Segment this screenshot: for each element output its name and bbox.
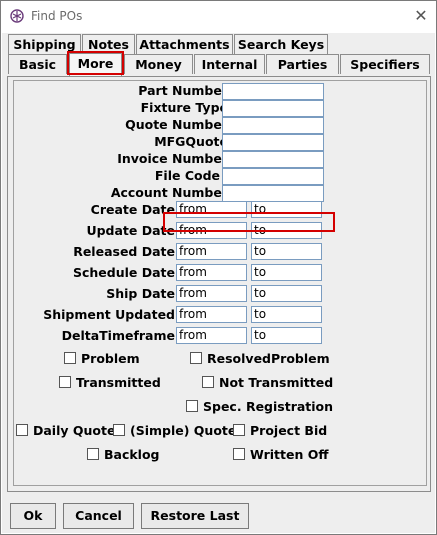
more-tab-highlight bbox=[67, 51, 124, 75]
file-code-label: File Code bbox=[154, 168, 220, 183]
written-off-checkbox[interactable]: Written Off bbox=[233, 447, 328, 462]
checkbox-box[interactable] bbox=[16, 424, 28, 436]
checkbox-box[interactable] bbox=[233, 448, 245, 460]
checkbox-box[interactable] bbox=[186, 400, 198, 412]
released-date-to-input[interactable]: to bbox=[251, 243, 322, 260]
title-bar: Find POs ✕ bbox=[1, 1, 436, 33]
invoice-number-label: Invoice Number bbox=[117, 151, 228, 166]
file-code-highlight bbox=[163, 212, 335, 232]
checkbox-box[interactable] bbox=[202, 376, 214, 388]
update-date-label: Update Date bbox=[86, 223, 175, 238]
shipment-updated-to-input[interactable]: to bbox=[251, 306, 322, 323]
account-number-input[interactable] bbox=[222, 185, 324, 202]
schedule-date-from-input[interactable]: from bbox=[176, 264, 247, 281]
checkbox-box[interactable] bbox=[64, 352, 76, 364]
quote-number-input[interactable] bbox=[222, 117, 324, 134]
ok-button[interactable]: Ok bbox=[10, 503, 56, 529]
part-number-input[interactable] bbox=[222, 83, 324, 100]
released-date-from-input[interactable]: from bbox=[176, 243, 247, 260]
mfgquote-label: MFGQuote bbox=[154, 134, 228, 149]
tab-internal[interactable]: Internal bbox=[194, 54, 265, 74]
cancel-button[interactable]: Cancel bbox=[63, 503, 134, 529]
not-transmitted-checkbox[interactable]: Not Transmitted bbox=[202, 375, 333, 390]
find-pos-dialog: Find POs ✕ Shipping Notes Attachments Se… bbox=[0, 0, 437, 535]
quote-number-label: Quote Number bbox=[125, 117, 228, 132]
resolved-problem-checkbox[interactable]: ResolvedProblem bbox=[190, 351, 330, 366]
fixture-type-input[interactable] bbox=[222, 100, 324, 117]
more-tab-panel: Part Number Fixture Type Quote Number MF… bbox=[7, 76, 431, 492]
app-logo-icon bbox=[10, 9, 24, 23]
tab-specifiers[interactable]: Specifiers bbox=[340, 54, 430, 74]
account-number-label: Account Number bbox=[110, 185, 228, 200]
restore-last-button[interactable]: Restore Last bbox=[141, 503, 249, 529]
delta-timeframe-label: DeltaTimeframe bbox=[61, 328, 175, 343]
shipment-updated-from-input[interactable]: from bbox=[176, 306, 247, 323]
checkbox-box[interactable] bbox=[59, 376, 71, 388]
mfgquote-input[interactable] bbox=[222, 134, 324, 151]
spec-registration-checkbox[interactable]: Spec. Registration bbox=[186, 399, 333, 414]
tab-money[interactable]: Money bbox=[124, 54, 193, 74]
search-criteria-group: Part Number Fixture Type Quote Number MF… bbox=[13, 80, 427, 486]
close-icon[interactable]: ✕ bbox=[411, 6, 431, 26]
delta-timeframe-to-input[interactable]: to bbox=[251, 327, 322, 344]
project-bid-checkbox[interactable]: Project Bid bbox=[233, 423, 327, 438]
checkbox-box[interactable] bbox=[190, 352, 202, 364]
tab-attachments[interactable]: Attachments bbox=[136, 34, 233, 54]
schedule-date-label: Schedule Date bbox=[72, 265, 175, 280]
checkbox-box[interactable] bbox=[113, 424, 125, 436]
daily-quote-checkbox[interactable]: Daily Quote bbox=[16, 423, 115, 438]
window-title: Find POs bbox=[31, 9, 83, 23]
checkbox-box[interactable] bbox=[233, 424, 245, 436]
ship-date-to-input[interactable]: to bbox=[251, 285, 322, 302]
released-date-label: Released Date bbox=[73, 244, 175, 259]
schedule-date-to-input[interactable]: to bbox=[251, 264, 322, 281]
file-code-input[interactable] bbox=[222, 168, 324, 185]
ship-date-label: Ship Date bbox=[106, 286, 175, 301]
tab-parties[interactable]: Parties bbox=[266, 54, 339, 74]
ship-date-from-input[interactable]: from bbox=[176, 285, 247, 302]
backlog-checkbox[interactable]: Backlog bbox=[87, 447, 160, 462]
invoice-number-input[interactable] bbox=[222, 151, 324, 168]
checkbox-box[interactable] bbox=[87, 448, 99, 460]
part-number-label: Part Number bbox=[138, 83, 228, 98]
delta-timeframe-from-input[interactable]: from bbox=[176, 327, 247, 344]
shipment-updated-label: Shipment Updated bbox=[43, 307, 175, 322]
transmitted-checkbox[interactable]: Transmitted bbox=[59, 375, 161, 390]
fixture-type-label: Fixture Type bbox=[140, 100, 228, 115]
problem-checkbox[interactable]: Problem bbox=[64, 351, 140, 366]
tab-search-keys[interactable]: Search Keys bbox=[234, 34, 328, 54]
dialog-body: Shipping Notes Attachments Search Keys B… bbox=[2, 33, 435, 533]
tab-basic[interactable]: Basic bbox=[8, 54, 67, 74]
simple-quote-checkbox[interactable]: (Simple) Quote bbox=[113, 423, 236, 438]
